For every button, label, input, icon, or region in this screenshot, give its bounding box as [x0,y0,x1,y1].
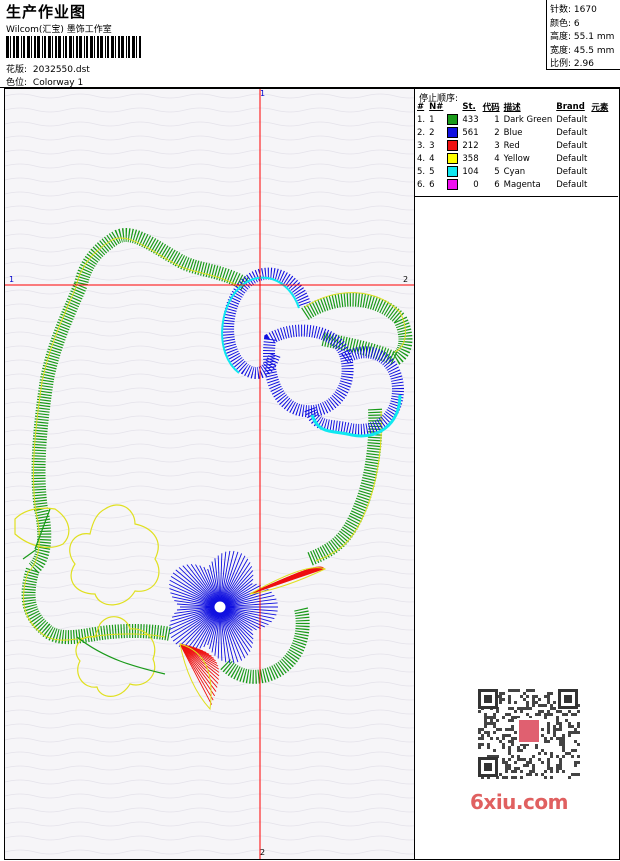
colorway-value: Colorway 1 [32,78,84,88]
color-swatch [447,153,459,164]
color-swatch [447,166,459,177]
cell-stitches: 561 [462,127,479,138]
cell-brand: Default [556,114,588,125]
cell-stitches: 433 [462,114,479,125]
color-row[interactable]: 5. 5 104 5 Cyan Default [415,165,610,178]
colorway-label: 色位: [6,78,28,88]
cell-desc: Cyan [503,166,526,177]
design-label: 花版: [6,65,28,75]
cell-brand: Default [556,179,588,190]
company-name: Wilcom(汇宝) 墨饰工作室 [6,25,112,35]
axis-label-right: 2 [403,275,409,284]
cell-index: 1. [417,114,426,125]
cell-stitches: 104 [462,166,479,177]
page-title: 生产作业图 [6,3,87,21]
cell-n: 1 [429,114,435,125]
color-row[interactable]: 3. 3 212 3 Red Default [415,139,610,152]
cell-desc: Dark Green [503,114,553,125]
colorway-row: 色位: Colorway 1 [6,75,83,88]
cell-code: 2 [494,127,500,138]
design-row: 花版: 2032550.dst [6,62,90,75]
color-table-header: # N# St. 代码 描述 Brand 元素 [417,102,609,113]
cell-brand: Default [556,140,588,151]
color-swatch [447,140,459,151]
cell-desc: Red [503,140,520,151]
color-row[interactable]: 4. 4 358 4 Yellow Default [415,152,610,165]
color-row[interactable]: 1. 1 433 1 Dark Green Default [415,113,610,126]
stat-height: 高度: 55.1 mm [550,32,615,42]
color-swatch [447,114,459,125]
cell-n: 3 [429,140,435,151]
cell-n: 2 [429,127,435,138]
cell-index: 5. [417,166,426,177]
cell-code: 4 [494,153,500,164]
cell-index: 2. [417,127,426,138]
cell-n: 5 [429,166,435,177]
cell-stitches: 0 [473,179,479,190]
design-canvas[interactable]: 1 1 2 2 [4,88,415,860]
embroidery-design [5,89,414,859]
cell-n: 6 [429,179,435,190]
cell-brand: Default [556,153,588,164]
cell-stitches: 212 [462,140,479,151]
cell-brand: Default [556,166,588,177]
stat-colors: 颜色: 6 [550,18,580,29]
cell-desc: Blue [503,127,523,138]
cell-code: 3 [494,140,500,151]
cell-n: 4 [429,153,435,164]
cell-code: 6 [494,179,500,190]
color-swatch [447,127,459,138]
cell-index: 3. [417,140,426,151]
header: 生产作业图 Wilcom(汇宝) 墨饰工作室 花版: 2032550.dst 色… [0,0,620,88]
stat-stitches: 针数: 1670 [550,5,597,15]
axis-label-bottom: 2 [260,848,266,857]
cell-stitches: 358 [462,153,479,164]
axis-label-top: 1 [260,89,266,98]
stats-box: 针数: 1670 颜色: 6 高度: 55.1 mm 宽度: 45.5 mm 比… [546,0,620,70]
cell-brand: Default [556,127,588,138]
qr-code-icon [472,683,584,783]
cell-desc: Yellow [503,153,530,164]
stat-scale: 比例: 2.96 [550,59,594,69]
panel-divider [415,196,618,197]
design-value: 2032550.dst [32,65,90,75]
color-row[interactable]: 2. 2 561 2 Blue Default [415,126,610,139]
stat-width: 宽度: 45.5 mm [550,45,615,56]
cell-desc: Magenta [503,179,541,190]
color-swatch [447,179,459,190]
color-table: # N# St. 代码 描述 Brand 元素 1. 1 433 1 Dark Gree… [415,101,610,191]
axis-label-left: 1 [9,275,15,284]
watermark: 6xiu.com [470,790,568,814]
barcode-icon [6,36,141,58]
cell-index: 6. [417,179,426,190]
cell-code: 5 [494,166,500,177]
cell-index: 4. [417,153,426,164]
color-row[interactable]: 6. 6 0 6 Magenta Default [415,178,610,191]
cell-code: 1 [494,114,500,125]
